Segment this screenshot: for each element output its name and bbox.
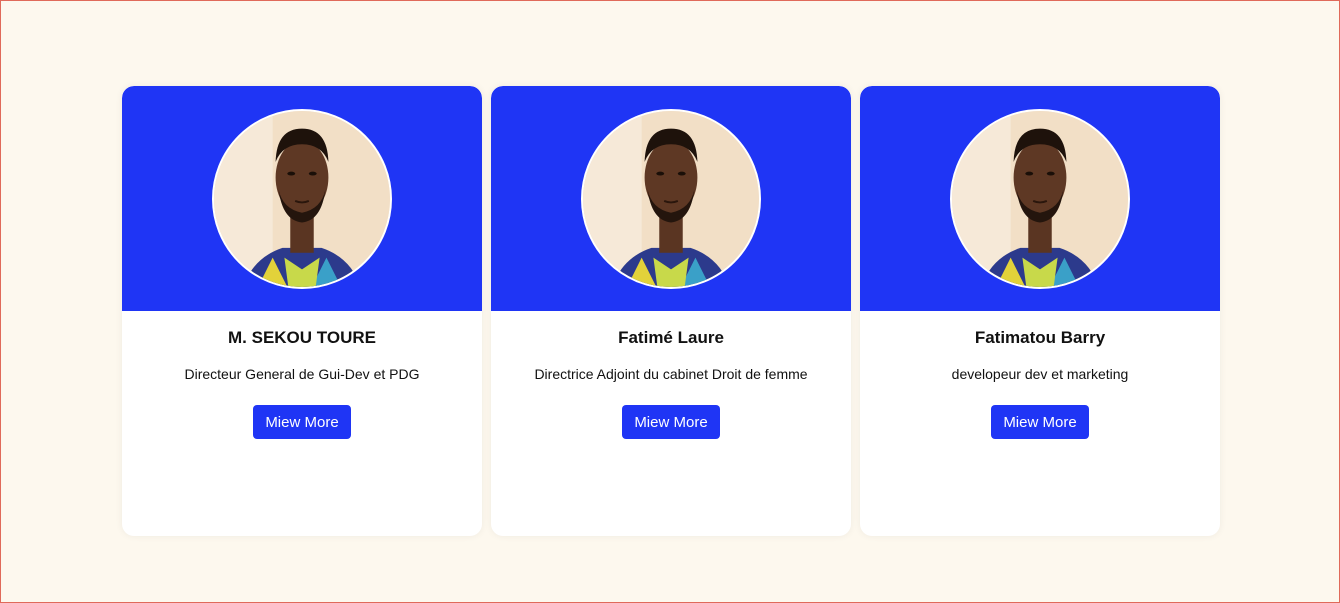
member-name: Fatimatou Barry [974,328,1106,347]
profile-photo [952,110,1128,287]
profile-photo [583,110,759,287]
team-card: M. SEKOU TOURE Directeur General de Gui-… [122,86,482,536]
member-name: M. SEKOU TOURE [228,328,376,347]
team-card: Fatimatou Barry developeur dev et market… [860,86,1220,536]
team-card: Fatimé Laure Directrice Adjoint du cabin… [491,86,851,536]
profile-photo [214,110,390,287]
card-header [491,86,851,311]
avatar [950,108,1130,289]
member-name: Fatimé Laure [618,328,724,347]
member-role: Directeur General de Gui-Dev et PDG [184,366,420,382]
view-more-button[interactable]: Miew More [991,405,1089,439]
view-more-button[interactable]: Miew More [622,405,720,439]
card-header [860,86,1220,311]
member-role: Directrice Adjoint du cabinet Droit de f… [534,366,808,382]
team-cards: M. SEKOU TOURE Directeur General de Gui-… [122,86,1220,536]
card-header [122,86,482,311]
member-role: developeur dev et marketing [951,366,1129,382]
view-more-button[interactable]: Miew More [253,405,351,439]
avatar [212,108,392,289]
avatar [581,108,761,289]
